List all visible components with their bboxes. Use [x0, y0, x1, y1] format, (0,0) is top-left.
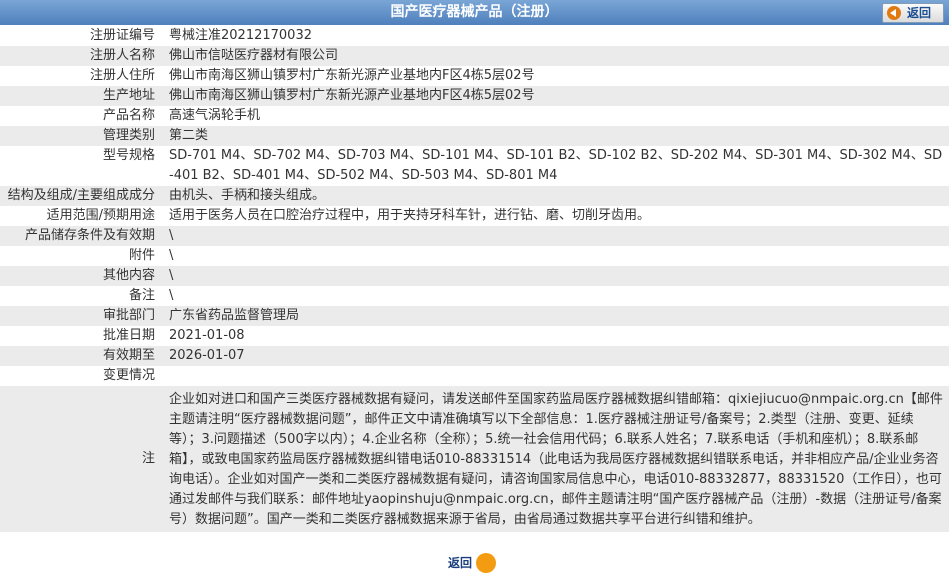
field-value: 第二类: [169, 128, 209, 143]
field-label: 有效期至: [102, 348, 155, 363]
field-label: 附件: [128, 248, 155, 263]
field-label: 管理类别: [102, 128, 155, 143]
table-row: 注册人名称 佛山市信哒医疗器材有限公司: [0, 46, 949, 66]
detail-table: 注册证编号 粤械注准20212170032 注册人名称 佛山市信哒医疗器材有限公…: [0, 26, 949, 532]
field-label: 变更情况: [102, 368, 155, 383]
field-value: 佛山市信哒医疗器材有限公司: [169, 48, 339, 63]
field-label: 注册人名称: [89, 48, 155, 63]
field-value: 佛山市南海区狮山镇罗村广东新光源产业基地内F区4栋5层02号: [169, 88, 535, 103]
table-row: 审批部门 广东省药品监督管理局: [0, 306, 949, 326]
field-label: 适用范围/预期用途: [46, 208, 155, 223]
back-circle-icon: [476, 553, 496, 573]
field-label: 结构及组成/主要组成成分: [7, 188, 155, 203]
page-header: 国产医疗器械产品（注册） 返回: [0, 0, 949, 25]
field-value: 高速气涡轮手机: [169, 108, 261, 123]
table-row: 备注 \: [0, 286, 949, 306]
field-label: 产品储存条件及有效期: [24, 228, 155, 243]
field-label: 批准日期: [102, 328, 155, 343]
table-row: 注册人住所 佛山市南海区狮山镇罗村广东新光源产业基地内F区4栋5层02号: [0, 66, 949, 86]
table-row: 适用范围/预期用途 适用于医务人员在口腔治疗过程中，用于夹持牙科车针，进行钻、磨…: [0, 206, 949, 226]
back-button-bottom[interactable]: 返回: [446, 551, 496, 573]
table-row: 变更情况: [0, 366, 949, 386]
field-value: 粤械注准20212170032: [169, 28, 312, 43]
table-row: 产品名称 高速气涡轮手机: [0, 106, 949, 126]
field-value: 佛山市南海区狮山镇罗村广东新光源产业基地内F区4栋5层02号: [169, 68, 535, 83]
field-label: 生产地址: [102, 88, 155, 103]
back-button-label: 返回: [907, 6, 932, 20]
field-value: 2026-01-07: [169, 348, 245, 363]
table-row: 批准日期 2021-01-08: [0, 326, 949, 346]
note-row: 注 企业如对进口和国产三类医疗器械数据有疑问，请发送邮件至国家药监局医疗器械数据…: [0, 386, 949, 532]
field-value: 由机头、手柄和接头组成。: [169, 188, 326, 203]
back-button-bottom-label: 返回: [448, 556, 473, 570]
table-row: 注册证编号 粤械注准20212170032: [0, 26, 949, 46]
back-arrow-icon: [887, 6, 901, 20]
page-title: 国产医疗器械产品（注册）: [390, 4, 559, 20]
field-value: 广东省药品监督管理局: [169, 308, 300, 323]
table-row: 附件 \: [0, 246, 949, 266]
table-row: 结构及组成/主要组成成分 由机头、手柄和接头组成。: [0, 186, 949, 206]
table-row: 管理类别 第二类: [0, 126, 949, 146]
field-value: 适用于医务人员在口腔治疗过程中，用于夹持牙科车针，进行钻、磨、切削牙齿用。: [169, 208, 651, 223]
field-value: SD-701 M4、SD-702 M4、SD-703 M4、SD-101 M4、…: [169, 148, 943, 183]
field-label: 注册证编号: [89, 28, 155, 43]
field-value: \: [169, 248, 174, 263]
field-label: 注册人住所: [89, 68, 155, 83]
field-label: 型号规格: [102, 148, 155, 163]
field-value: [159, 366, 949, 386]
field-label: 其他内容: [102, 268, 155, 283]
note-label: 注: [141, 451, 155, 466]
field-value: \: [169, 228, 174, 243]
table-row: 有效期至 2026-01-07: [0, 346, 949, 366]
field-value: \: [169, 288, 174, 303]
table-row: 型号规格 SD-701 M4、SD-702 M4、SD-703 M4、SD-10…: [0, 146, 949, 186]
table-row: 其他内容 \: [0, 266, 949, 286]
field-label: 备注: [128, 288, 155, 303]
back-button-top[interactable]: 返回: [882, 3, 944, 23]
table-row: 生产地址 佛山市南海区狮山镇罗村广东新光源产业基地内F区4栋5层02号: [0, 86, 949, 106]
table-row: 产品储存条件及有效期 \: [0, 226, 949, 246]
field-value: \: [169, 268, 174, 283]
field-label: 产品名称: [102, 108, 155, 123]
field-label: 审批部门: [102, 308, 155, 323]
note-text: 企业如对进口和国产三类医疗器械数据有疑问，请发送邮件至国家药监局医疗器械数据纠错…: [169, 392, 943, 527]
field-value: 2021-01-08: [169, 328, 245, 343]
